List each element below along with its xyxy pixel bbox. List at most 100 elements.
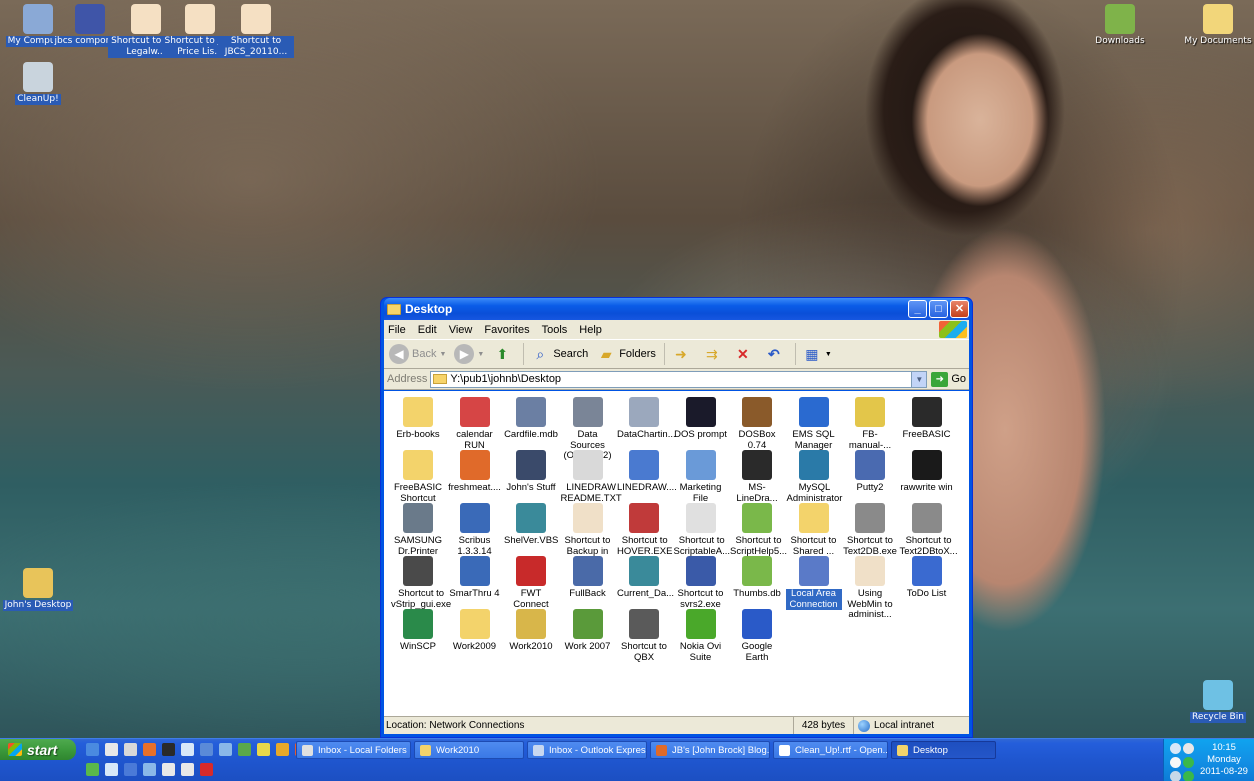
file-item[interactable]: LINEDRAW....	[616, 450, 677, 494]
undo-button[interactable]: ↶	[764, 344, 787, 364]
file-item[interactable]: Shortcut to QBX	[616, 609, 672, 663]
app-tray-icon[interactable]	[1170, 771, 1181, 781]
app-icon[interactable]	[276, 743, 289, 756]
file-item[interactable]: Local Area Connection	[785, 556, 842, 610]
app-tray-icon[interactable]	[1183, 771, 1194, 781]
desktop-shortcut[interactable]: John's Desktop	[0, 568, 76, 611]
file-item[interactable]: ShelVer.VBS	[503, 503, 559, 547]
desktop-shortcut[interactable]: CleanUp!	[0, 62, 76, 105]
desktop-shortcut[interactable]: Recycle Bin	[1180, 680, 1254, 723]
file-item[interactable]: Google Earth	[729, 609, 785, 663]
file-item[interactable]: Shortcut to svrs2.exe	[673, 556, 729, 610]
app-icon[interactable]	[181, 743, 194, 756]
file-item[interactable]: DOS prompt	[673, 397, 729, 441]
minimize-button[interactable]: _	[908, 300, 927, 318]
move-to-button[interactable]: ➜	[671, 344, 694, 364]
file-item[interactable]: FreeBASIC	[899, 397, 955, 441]
firefox-icon[interactable]	[143, 743, 156, 756]
app-icon[interactable]	[238, 743, 251, 756]
file-item[interactable]: Using WebMin to administ...	[842, 556, 898, 621]
file-item[interactable]: FullBack	[560, 556, 616, 600]
calculator-icon[interactable]	[200, 743, 213, 756]
file-item[interactable]: Shortcut to Shared ...	[786, 503, 842, 557]
file-item[interactable]: MS-LineDra...	[729, 450, 785, 504]
file-item[interactable]: rawwrite win	[899, 450, 955, 494]
clock[interactable]: 10:15 Monday 2011-08-29	[1200, 742, 1248, 778]
network-tray-icon[interactable]	[1170, 743, 1181, 754]
terminal-icon[interactable]	[162, 743, 175, 756]
file-item[interactable]: Work2010	[503, 609, 559, 653]
taskbar-task-button[interactable]: Clean_Up!.rtf - Open...	[773, 741, 888, 759]
file-item[interactable]: Current_Da...	[616, 556, 674, 600]
menu-favorites[interactable]: Favorites	[484, 324, 529, 336]
taskbar-task-button[interactable]: JB's [John Brock] Blog...	[650, 741, 770, 759]
app-tray-icon[interactable]	[1183, 743, 1194, 754]
desktop-shortcut[interactable]: My Documents	[1180, 4, 1254, 47]
menu-view[interactable]: View	[449, 324, 473, 336]
copy-to-button[interactable]: ⇉	[702, 344, 725, 364]
menu-tools[interactable]: Tools	[542, 324, 568, 336]
app-icon[interactable]	[162, 763, 175, 776]
file-item[interactable]: Nokia Ovi Suite	[673, 609, 729, 663]
app-icon[interactable]	[124, 743, 137, 756]
taskbar-task-button[interactable]: Work2010	[414, 741, 524, 759]
file-item[interactable]: Putty2	[842, 450, 898, 494]
file-item[interactable]: WinSCP	[390, 609, 446, 653]
firefox-icon[interactable]	[86, 743, 99, 756]
app-tray-icon[interactable]	[1170, 757, 1181, 768]
file-item[interactable]: calendar RUN	[447, 397, 503, 451]
app-icon[interactable]	[219, 743, 232, 756]
file-item[interactable]: Shortcut to Text2DBtoX...	[899, 503, 958, 557]
menu-file[interactable]: File	[388, 324, 406, 336]
start-button[interactable]: start	[0, 739, 76, 760]
forward-button[interactable]: ▶ ▼	[454, 344, 484, 364]
file-item[interactable]: Shortcut to Text2DB.exe	[842, 503, 898, 557]
desktop-shortcut[interactable]: Shortcut to JBCS_20110...	[218, 4, 294, 58]
file-item[interactable]: DOSBox 0.74	[729, 397, 785, 451]
file-item[interactable]: FB-manual-...	[842, 397, 898, 451]
address-input[interactable]: Y:\pub1\johnb\Desktop ▼	[430, 370, 928, 388]
file-item[interactable]: Thumbs.db	[729, 556, 785, 600]
desktop-shortcut[interactable]: Downloads	[1082, 4, 1158, 47]
folders-button[interactable]: ▰ Folders	[596, 344, 656, 364]
app-icon[interactable]	[257, 743, 270, 756]
file-item[interactable]: freshmeat....	[447, 450, 503, 494]
file-item[interactable]: DataChartin...	[616, 397, 676, 441]
close-button[interactable]: ✕	[950, 300, 969, 318]
app-icon[interactable]	[86, 763, 99, 776]
go-button[interactable]: ➜ Go	[931, 371, 966, 387]
file-item[interactable]: Shortcut to ScriptableA...	[673, 503, 730, 557]
file-item[interactable]: ToDo List	[899, 556, 955, 600]
file-item[interactable]: Work2009	[447, 609, 503, 653]
file-item[interactable]: Marketing File	[673, 450, 729, 504]
taskbar-task-button[interactable]: Inbox - Outlook Express	[527, 741, 647, 759]
file-item[interactable]: MySQL Administrator	[786, 450, 842, 504]
ie-icon[interactable]	[105, 743, 118, 756]
back-button[interactable]: ◀ Back ▼	[389, 344, 446, 364]
file-item[interactable]: Erb-books	[390, 397, 446, 441]
up-folder-button[interactable]: ⬆	[492, 344, 515, 364]
file-item[interactable]: Shortcut to HOVER.EXE	[616, 503, 672, 557]
file-item[interactable]: FreeBASIC Shortcut	[390, 450, 446, 504]
title-bar[interactable]: Desktop _ □ ✕	[384, 298, 969, 320]
file-item[interactable]: FWT Connect	[503, 556, 559, 610]
search-button[interactable]: ⌕ Search	[530, 344, 588, 364]
views-button[interactable]: ▦ ▼	[802, 344, 832, 364]
maximize-button[interactable]: □	[929, 300, 948, 318]
app-icon[interactable]	[181, 763, 194, 776]
file-item[interactable]: LINEDRAW README.TXT	[560, 450, 622, 504]
file-item[interactable]: John's Stuff	[503, 450, 559, 494]
shield-tray-icon[interactable]	[1183, 757, 1194, 768]
file-item[interactable]: Shortcut to ScriptHelp5...	[729, 503, 787, 557]
taskbar-task-button[interactable]: Desktop	[891, 741, 996, 759]
file-item[interactable]: Shortcut to vStrip_gui.exe	[390, 556, 451, 610]
menu-edit[interactable]: Edit	[418, 324, 437, 336]
app-icon[interactable]	[105, 763, 118, 776]
file-item[interactable]: Cardfile.mdb	[503, 397, 559, 441]
app-icon[interactable]	[200, 763, 213, 776]
app-icon[interactable]	[143, 763, 156, 776]
file-item[interactable]: Work 2007	[560, 609, 616, 653]
file-item[interactable]: Scribus 1.3.3.14	[447, 503, 503, 557]
address-dropdown-icon[interactable]: ▼	[911, 371, 927, 387]
app-icon[interactable]	[124, 763, 137, 776]
